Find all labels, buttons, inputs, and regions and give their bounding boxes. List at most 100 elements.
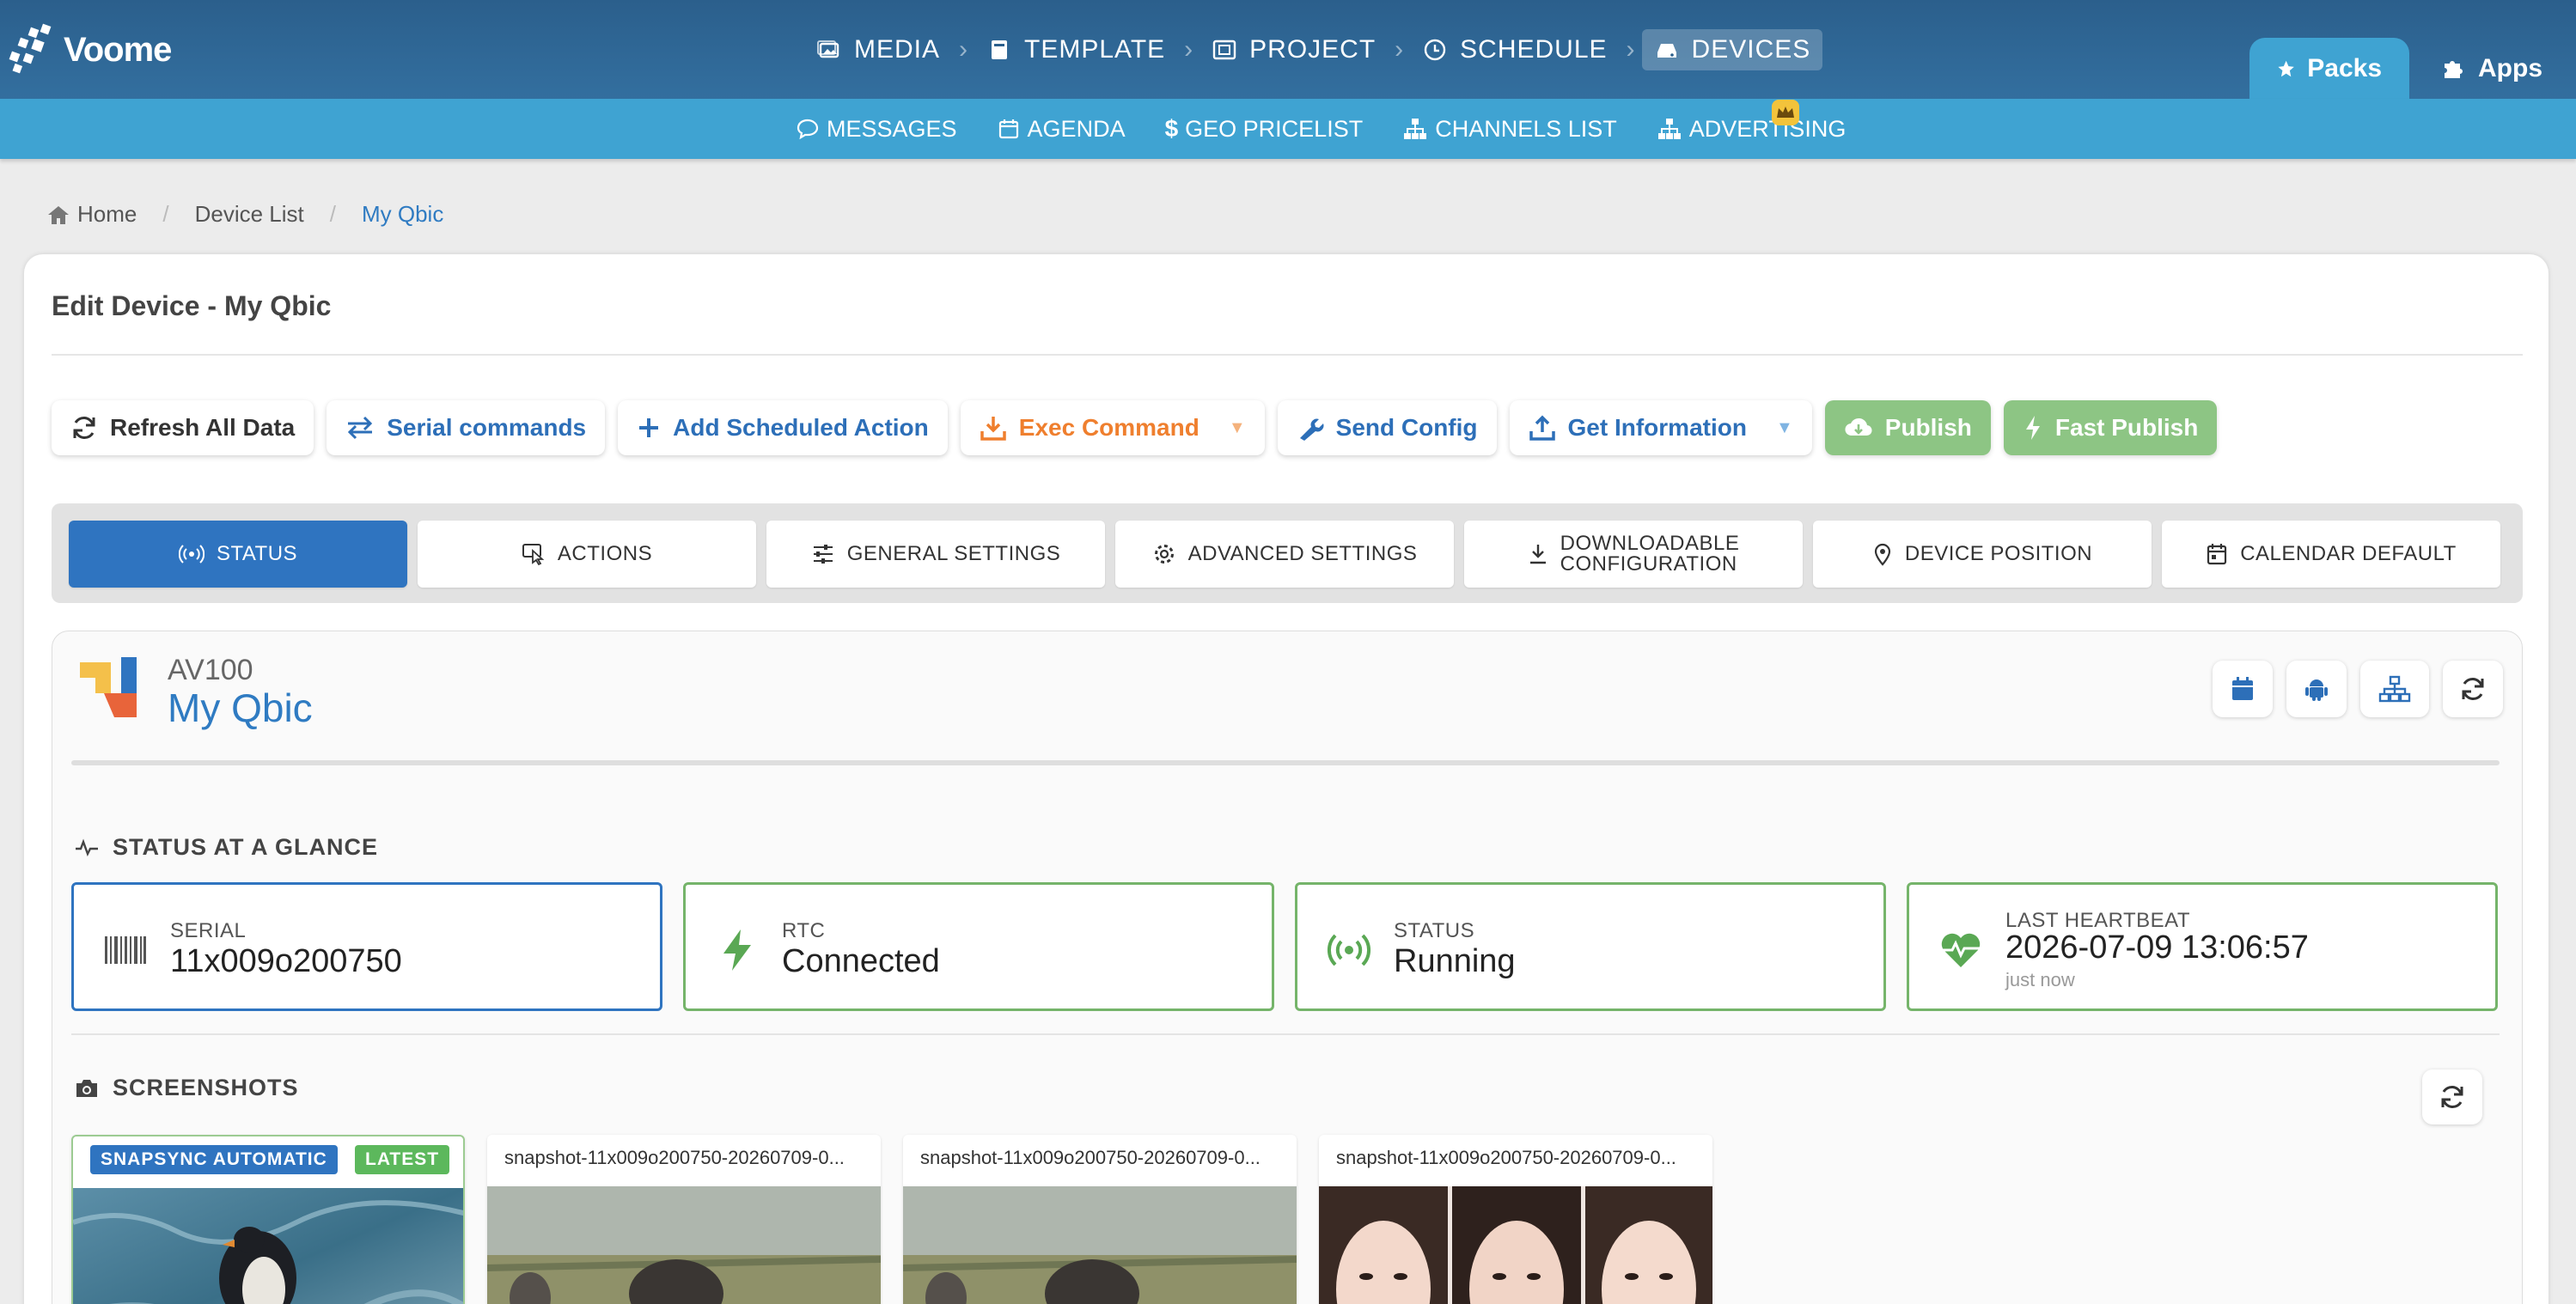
status-at-a-glance-heading: STATUS AT A GLANCE (75, 834, 378, 861)
nav-project-label: PROJECT (1249, 35, 1377, 64)
divider (71, 1033, 2500, 1035)
chevron-right-icon: › (959, 35, 968, 64)
screenshot-thumbnail (73, 1188, 463, 1304)
serial-commands-button[interactable]: Serial commands (327, 400, 606, 455)
download-icon (1529, 545, 1546, 564)
voome-logo-icon (9, 23, 52, 74)
map-pin-icon (1874, 543, 1890, 566)
barcode-icon (105, 936, 146, 964)
screenshot-filename: snapshot-11x009o200750-20260709-0... (1336, 1147, 1676, 1168)
screenshot-thumbnail (903, 1186, 1297, 1304)
screenshot-filename: snapshot-11x009o200750-20260709-0... (920, 1147, 1261, 1168)
last-heartbeat-stat: LAST HEARTBEAT 2026-07-09 13:06:57 just … (1907, 882, 2498, 1011)
bolt-icon (723, 929, 751, 971)
screenshot-thumbnail (487, 1186, 881, 1304)
refresh-screenshots-button[interactable] (2422, 1069, 2482, 1124)
subnav-messages[interactable]: MESSAGES (796, 116, 957, 143)
subnav-geo-pricelist-label: GEO PRICELIST (1185, 115, 1364, 142)
tab-general-settings-label: GENERAL SETTINGS (846, 542, 1061, 565)
breadcrumb-separator: / (162, 201, 169, 227)
apps-label: Apps (2478, 53, 2542, 82)
get-information-button[interactable]: Get Information ▼ (1509, 400, 1812, 455)
caret-down-icon[interactable]: ▼ (1229, 418, 1246, 438)
tab-calendar-default[interactable]: CALENDAR DEFAULT (2162, 521, 2500, 588)
network-icon (2378, 675, 2411, 703)
tab-downloadable-line2: CONFIGURATION (1560, 552, 1737, 576)
breadcrumb-home[interactable]: Home (77, 201, 137, 228)
bolt-icon (2025, 416, 2040, 440)
exec-command-button[interactable]: Exec Command ▼ (960, 400, 1265, 455)
nav-project[interactable]: PROJECT (1199, 29, 1388, 70)
tab-advanced-settings[interactable]: ADVANCED SETTINGS (1115, 521, 1454, 588)
edit-device-panel: Edit Device - My Qbic Refresh All Data S… (24, 254, 2549, 1304)
status-at-a-glance-title: STATUS AT A GLANCE (113, 834, 378, 860)
subnav-agenda[interactable]: AGENDA (997, 116, 1126, 143)
add-scheduled-action-button[interactable]: Add Scheduled Action (618, 400, 948, 455)
refresh-icon (73, 417, 95, 439)
last-heartbeat-value: 2026-07-09 13:06:57 (2005, 929, 2309, 966)
tab-downloadable-configuration-label: DOWNLOADABLE CONFIGURATION (1560, 533, 1740, 575)
tab-status[interactable]: STATUS (69, 521, 407, 588)
nav-schedule[interactable]: SCHEDULE (1410, 29, 1619, 70)
subnav-advertising[interactable]: ADVERTISING (1657, 115, 1847, 143)
nav-devices-label: DEVICES (1691, 35, 1811, 64)
subnav-advertising-label: ADVERTISING (1688, 115, 1847, 142)
wrench-icon (1299, 418, 1324, 441)
serial-commands-label: Serial commands (387, 414, 587, 441)
screenshot-card[interactable]: snapshot-11x009o200750-20260709-0... (903, 1135, 1297, 1304)
screenshots-heading: SCREENSHOTS (75, 1075, 299, 1101)
device-model: AV100 (168, 654, 253, 686)
rtc-stat: RTC Connected (683, 882, 1274, 1011)
tab-device-position[interactable]: DEVICE POSITION (1813, 521, 2152, 588)
tab-actions[interactable]: ACTIONS (418, 521, 756, 588)
rtc-label: RTC (782, 919, 826, 942)
upload-icon (1529, 415, 1555, 441)
hand-pointer-icon (522, 544, 545, 566)
screenshot-card[interactable]: snapshot-11x009o200750-20260709-0... (487, 1135, 881, 1304)
rtc-value: Connected (782, 943, 940, 979)
breadcrumb-device-list[interactable]: Device List (195, 201, 304, 228)
tab-downloadable-configuration[interactable]: DOWNLOADABLE CONFIGURATION (1464, 521, 1803, 588)
tab-calendar-default-label: CALENDAR DEFAULT (2240, 542, 2457, 565)
network-button[interactable] (2360, 661, 2429, 717)
nav-devices[interactable]: DEVICES (1641, 29, 1823, 70)
send-config-button[interactable]: Send Config (1277, 400, 1497, 455)
tab-status-label: STATUS (216, 542, 298, 565)
subnav-channels-list[interactable]: CHANNELS LIST (1402, 116, 1617, 143)
tab-general-settings[interactable]: GENERAL SETTINGS (766, 521, 1105, 588)
serial-value: 11x009o200750 (170, 943, 402, 979)
screenshot-card-latest[interactable]: SNAPSYNC AUTOMATIC LATEST (71, 1135, 465, 1304)
breadcrumb-current: My Qbic (361, 201, 444, 227)
refresh-all-data-button[interactable]: Refresh All Data (52, 400, 314, 455)
caret-down-icon[interactable]: ▼ (1776, 418, 1793, 438)
sitemap-icon (1404, 119, 1427, 139)
book-icon (992, 40, 1008, 59)
publish-button[interactable]: Publish (1824, 400, 1991, 455)
subnav-channels-list-label: CHANNELS LIST (1435, 115, 1617, 142)
brand-logo[interactable]: Voome (7, 22, 172, 77)
apps-tab[interactable]: Apps (2413, 38, 2576, 99)
exchange-icon (348, 416, 373, 440)
breadcrumb-separator: / (329, 201, 336, 227)
subnav-geo-pricelist[interactable]: $ GEO PRICELIST (1165, 115, 1364, 143)
dollar-icon: $ (1164, 115, 1179, 142)
nav-template[interactable]: TEMPLATE (974, 29, 1177, 70)
chevron-right-icon: › (1395, 35, 1404, 64)
refresh-device-button[interactable] (2443, 661, 2503, 717)
nav-media[interactable]: MEDIA (804, 29, 952, 70)
subnav-messages-label: MESSAGES (827, 115, 957, 142)
cloud-download-icon (1845, 417, 1872, 436)
fast-publish-button[interactable]: Fast Publish (2003, 400, 2218, 455)
heartbeat-line-icon (76, 838, 98, 856)
device-name: My Qbic (168, 686, 313, 730)
refresh-icon (2441, 1086, 2463, 1108)
latest-badge: LATEST (355, 1145, 450, 1174)
calendar-icon (2232, 677, 2253, 700)
chevron-right-icon: › (1626, 35, 1635, 64)
screenshot-card[interactable]: snapshot-11x009o200750-20260709-0... (1319, 1135, 1712, 1304)
android-button[interactable] (2286, 661, 2347, 717)
packs-tab[interactable]: Packs (2249, 38, 2409, 99)
star-icon (2278, 60, 2294, 76)
nav-media-label: MEDIA (854, 35, 941, 64)
calendar-button[interactable] (2213, 661, 2273, 717)
